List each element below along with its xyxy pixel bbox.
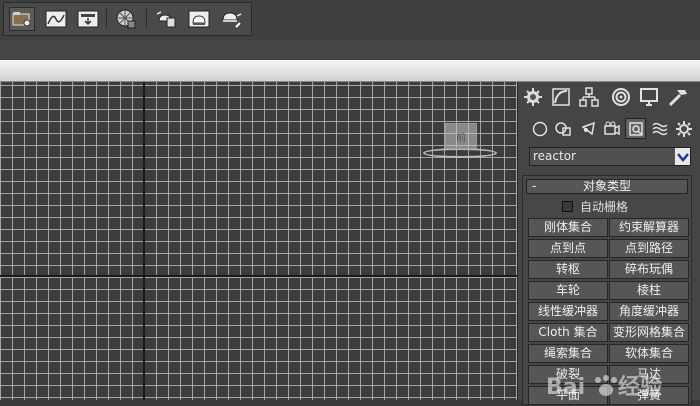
- main-toolbar: [3, 2, 252, 36]
- watermark-logo: Bai 经验: [546, 370, 700, 400]
- rope-collection-button[interactable]: 绳索集合: [528, 344, 608, 363]
- view-cube-face[interactable]: 前: [445, 123, 477, 149]
- angular-dashpot-button[interactable]: 角度缓冲器: [609, 302, 689, 321]
- point-to-path-button[interactable]: 点到路径: [609, 239, 689, 258]
- autogrid-checkbox[interactable]: [562, 201, 573, 212]
- prismatic-button[interactable]: 棱柱: [609, 281, 689, 300]
- rigid-body-collection-button[interactable]: 刚体集合: [528, 218, 608, 237]
- render-production-icon[interactable]: [219, 7, 245, 31]
- autogrid-label: 自动栅格: [580, 200, 629, 214]
- viewcube-gizmo[interactable]: 前: [420, 120, 500, 164]
- geometry-icon[interactable]: [529, 118, 550, 139]
- helpers-icon[interactable]: [625, 118, 646, 139]
- command-panel: reactor - 对象类型 自动栅格 刚体集合 约束解算器 点到点 点到路径 …: [517, 82, 700, 405]
- point-to-point-button[interactable]: 点到点: [528, 239, 608, 258]
- lights-icon[interactable]: [578, 118, 599, 139]
- viewcube-compass-ring[interactable]: [423, 148, 497, 158]
- category-dropdown-value: reactor: [533, 149, 576, 163]
- motion-tab-icon[interactable]: [609, 86, 633, 108]
- display-tab-icon[interactable]: [637, 86, 661, 108]
- viewport-vertical-axis: [143, 82, 145, 400]
- hinge-button[interactable]: 转枢: [528, 260, 608, 279]
- create-tab-icon[interactable]: [521, 86, 545, 108]
- cloth-collection-button[interactable]: Cloth 集合: [528, 323, 608, 342]
- ragdoll-button[interactable]: 碎布玩偶: [609, 260, 689, 279]
- chevron-down-icon[interactable]: [674, 148, 690, 165]
- viewport-horizontal-axis: [0, 275, 517, 277]
- linear-dashpot-button[interactable]: 线性缓冲器: [528, 302, 608, 321]
- ribbon-band: [0, 40, 700, 60]
- scene-explorer-icon[interactable]: [9, 7, 35, 31]
- svg-text:Bai: Bai: [546, 375, 585, 400]
- front-viewport[interactable]: 前: [0, 82, 517, 400]
- cameras-icon[interactable]: [601, 118, 622, 139]
- constraint-solver-button[interactable]: 约束解算器: [609, 218, 689, 237]
- soft-body-collection-button[interactable]: 软体集合: [609, 344, 689, 363]
- toolbar-separator: [106, 9, 107, 29]
- hierarchy-tab-icon[interactable]: [577, 86, 601, 108]
- space-warps-icon[interactable]: [649, 118, 670, 139]
- svg-text:经验: 经验: [618, 374, 662, 400]
- material-editor-icon[interactable]: [113, 7, 139, 31]
- deforming-mesh-collection-button[interactable]: 变形网格集合: [609, 323, 689, 342]
- wheel-button[interactable]: 车轮: [528, 281, 608, 300]
- rendered-frame-window-icon[interactable]: [186, 7, 212, 31]
- viewport-title-bar: [0, 60, 700, 82]
- systems-icon[interactable]: [673, 118, 694, 139]
- toolbar-separator: [146, 9, 147, 29]
- category-dropdown[interactable]: reactor: [529, 147, 691, 166]
- modify-tab-icon[interactable]: [549, 86, 573, 108]
- curve-editor-icon[interactable]: [43, 7, 69, 31]
- rollout-title: 对象类型: [582, 179, 631, 193]
- shapes-icon[interactable]: [553, 118, 574, 139]
- render-setup-icon[interactable]: [153, 7, 179, 31]
- utilities-tab-icon[interactable]: [666, 86, 690, 108]
- schematic-view-icon[interactable]: [75, 7, 101, 31]
- rollout-header[interactable]: - 对象类型: [526, 179, 688, 194]
